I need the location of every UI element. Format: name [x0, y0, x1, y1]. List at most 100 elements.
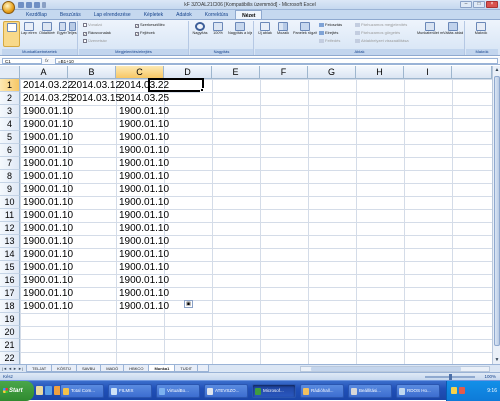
column-header-e[interactable]: E [212, 66, 260, 79]
row-header-21[interactable]: 21 [0, 339, 20, 352]
cell-c10[interactable]: 1900.01.10 [116, 196, 172, 209]
row-header-2[interactable]: 2 [0, 92, 20, 105]
cell-c2[interactable]: 2014.03.25 [116, 92, 172, 105]
cell-a1[interactable]: 2014.03.22 [20, 79, 73, 92]
row-header-1[interactable]: 1 [0, 79, 20, 92]
tab-adatok[interactable]: Adatok [170, 10, 198, 19]
cell-a7[interactable]: 1900.01.10 [20, 157, 73, 170]
redo-icon[interactable] [34, 2, 40, 8]
row-header-9[interactable]: 9 [0, 183, 20, 196]
cell-c13[interactable]: 1900.01.10 [116, 235, 172, 248]
column-header-b[interactable]: B [68, 66, 116, 79]
row-header-17[interactable]: 17 [0, 287, 20, 300]
row-header-7[interactable]: 7 [0, 157, 20, 170]
cell-a5[interactable]: 1900.01.10 [20, 131, 73, 144]
formula-input[interactable]: =B1+10 [55, 58, 498, 64]
sheet-tab-teljat[interactable]: TELJAT [26, 365, 53, 372]
cell-a14[interactable]: 1900.01.10 [20, 248, 73, 261]
row-header-3[interactable]: 3 [0, 105, 20, 118]
cell-a11[interactable]: 1900.01.10 [20, 209, 73, 222]
cell-a2[interactable]: 2014.03.25 [20, 92, 73, 105]
sheet-tab-savbu[interactable]: SAVBU [75, 365, 102, 372]
normal-view-button[interactable] [3, 21, 20, 47]
taskbar-button-3[interactable]: VirtualBo... [156, 384, 200, 398]
column-header-i[interactable]: I [404, 66, 452, 79]
cell-c14[interactable]: 1900.01.10 [116, 248, 172, 261]
close-button[interactable]: × [486, 1, 498, 8]
sheet-tab-munka1[interactable]: Munka1 [148, 365, 176, 372]
name-box[interactable]: C1 [2, 58, 42, 64]
headings-checkbox[interactable]: ✓Fejlécek [135, 30, 155, 36]
autofill-options-icon[interactable]: ▣ [184, 300, 193, 308]
next-sheet-icon[interactable]: ► [13, 366, 17, 371]
row-header-10[interactable]: 10 [0, 196, 20, 209]
tab-beszuras[interactable]: Beszúrás [54, 10, 87, 19]
tab-nezet[interactable]: Nézet [235, 10, 263, 19]
row-header-18[interactable]: 18 [0, 300, 20, 313]
column-header-h[interactable]: H [356, 66, 404, 79]
cells-area[interactable]: 2014.03.22 2014.03.12 2014.03.22 2014.03.25… [20, 78, 492, 364]
tab-kezdolap[interactable]: Kezdőlap [20, 10, 53, 19]
sheet-tab-hbkco[interactable]: HBKCO [123, 365, 150, 372]
cell-a13[interactable]: 1900.01.10 [20, 235, 73, 248]
undo-icon[interactable] [26, 2, 32, 8]
cell-c15[interactable]: 1900.01.10 [116, 261, 172, 274]
scroll-up-icon[interactable]: ▲ [493, 66, 500, 74]
row-header-15[interactable]: 15 [0, 261, 20, 274]
view-side-by-side-button[interactable]: Párhuzamos megjelenítés [355, 22, 407, 27]
full-screen-button[interactable]: Teljes képernyő [67, 21, 78, 47]
column-header-partial[interactable] [452, 66, 492, 79]
cell-c12[interactable]: 1900.01.10 [116, 222, 172, 235]
last-sheet-icon[interactable]: ►| [18, 366, 23, 371]
taskbar-button-6[interactable]: Rádióhall... [300, 384, 344, 398]
zoom-to-selection-button[interactable]: Nagyítás a kijelölésre [228, 21, 252, 47]
tray-icon-1[interactable] [451, 387, 457, 394]
split-button[interactable]: Felosztás [319, 22, 342, 27]
cell-a6[interactable]: 1900.01.10 [20, 144, 73, 157]
cell-c4[interactable]: 1900.01.10 [116, 118, 172, 131]
save-icon[interactable] [18, 2, 24, 8]
cell-c11[interactable]: 1900.01.10 [116, 209, 172, 222]
vertical-scrollbar[interactable]: ▲ ▼ [492, 66, 500, 364]
save-workspace-button[interactable]: Munkaterület mentése [417, 21, 443, 47]
row-header-4[interactable]: 4 [0, 118, 20, 131]
zoom-100-button[interactable]: 100% [210, 21, 226, 47]
cell-a15[interactable]: 1900.01.10 [20, 261, 73, 274]
row-header-19[interactable]: 19 [0, 313, 20, 326]
cell-a17[interactable]: 1900.01.10 [20, 287, 73, 300]
cell-c17[interactable]: 1900.01.10 [116, 287, 172, 300]
cell-c5[interactable]: 1900.01.10 [116, 131, 172, 144]
cell-c8[interactable]: 1900.01.10 [116, 170, 172, 183]
column-header-f[interactable]: F [260, 66, 308, 79]
tray-icon-2[interactable] [459, 387, 465, 394]
sync-scroll-button[interactable]: Párhuzamos görgetés [355, 30, 400, 35]
vertical-scroll-thumb[interactable] [494, 76, 500, 346]
horizontal-scroll-thumb[interactable] [311, 367, 461, 371]
page-break-preview-button[interactable]: Oldaltöréses megtekintés [39, 21, 55, 47]
custom-views-button[interactable]: Egyéni nézetek [57, 21, 67, 47]
select-all-corner[interactable] [0, 66, 20, 79]
tab-kepletek[interactable]: Képletek [138, 10, 169, 19]
sheet-tab-madó[interactable]: MADÓ [100, 365, 125, 372]
cell-a16[interactable]: 1900.01.10 [20, 274, 73, 287]
cell-c9[interactable]: 1900.01.10 [116, 183, 172, 196]
taskbar-button-8[interactable]: RDOS Ho... [396, 384, 440, 398]
taskbar-button-5[interactable]: Microsof... [252, 384, 296, 398]
new-window-button[interactable]: Új ablak [257, 21, 273, 47]
prev-sheet-icon[interactable]: ◄ [8, 366, 12, 371]
cell-a3[interactable]: 1900.01.10 [20, 105, 73, 118]
row-header-11[interactable]: 11 [0, 209, 20, 222]
zoom-slider[interactable] [425, 374, 475, 380]
row-header-13[interactable]: 13 [0, 235, 20, 248]
first-sheet-icon[interactable]: |◄ [2, 366, 7, 371]
show-desktop-icon[interactable] [36, 386, 43, 395]
reset-window-button[interactable]: Ablakhelyzet visszaállítása [355, 38, 409, 43]
maximize-button[interactable]: □ [473, 1, 485, 8]
ruler-checkbox[interactable]: Vonalzó [83, 22, 102, 27]
switch-windows-button[interactable]: Váltás ablakra [443, 21, 463, 47]
arrange-all-button[interactable]: Mozaik [275, 21, 291, 47]
row-header-12[interactable]: 12 [0, 222, 20, 235]
row-header-20[interactable]: 20 [0, 326, 20, 339]
row-header-5[interactable]: 5 [0, 131, 20, 144]
cell-a12[interactable]: 1900.01.10 [20, 222, 73, 235]
